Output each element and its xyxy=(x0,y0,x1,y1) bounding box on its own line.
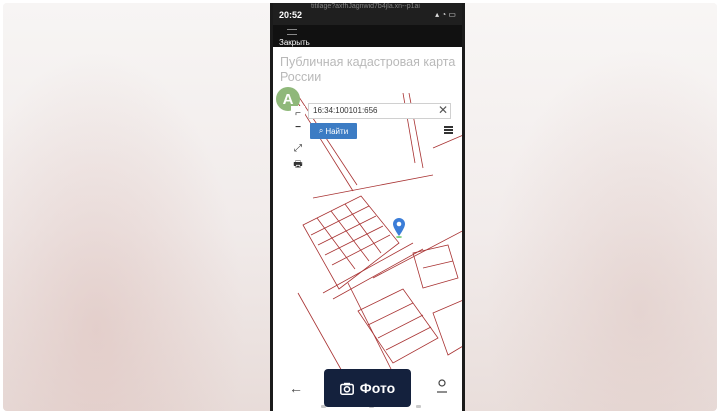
zoom-out-button[interactable]: − xyxy=(291,120,305,134)
photo-button[interactable]: Фото xyxy=(324,369,411,407)
blurred-background-left xyxy=(3,3,270,411)
road-line xyxy=(372,230,462,279)
url-fragment: titilage?axfhJagnwid7b4jla.xn--p1ai xyxy=(311,3,420,10)
road-line xyxy=(322,242,414,294)
cadastral-search-input[interactable]: 16:34:100101:656 ✕ xyxy=(308,103,451,119)
location-pin-icon[interactable] xyxy=(393,218,405,238)
webview-header: Закрыть xyxy=(273,25,462,47)
photo-button-label: Фото xyxy=(359,380,396,396)
parcel-block xyxy=(412,244,459,289)
status-time: 20:52 xyxy=(279,10,303,20)
close-button[interactable]: Закрыть xyxy=(279,38,310,47)
search-icon: ⌕ xyxy=(318,126,324,135)
phone-screen: 20:52 titilage?axfhJagnwid7b4jla.xn--p1a… xyxy=(270,3,465,411)
parcel-line xyxy=(310,205,370,236)
parcel-block xyxy=(432,300,462,356)
blurred-background-right xyxy=(459,3,717,411)
route-icon[interactable]: ⌐ xyxy=(291,106,305,120)
road-line xyxy=(312,174,434,199)
road-line xyxy=(332,248,424,300)
find-button[interactable]: ⌕ Найти xyxy=(310,123,357,139)
camera-icon xyxy=(339,382,354,395)
road-line xyxy=(297,292,344,373)
back-arrow-icon[interactable]: ← xyxy=(289,380,303,396)
parcel-line xyxy=(422,260,454,269)
layers-menu-icon[interactable] xyxy=(444,126,453,134)
page-title: Публичная кадастровая карта России xyxy=(280,55,456,84)
search-value: 16:34:100101:656 xyxy=(313,106,378,115)
road-line xyxy=(432,135,462,149)
road-line xyxy=(347,282,394,373)
profile-icon[interactable] xyxy=(436,379,448,393)
find-button-label: Найти xyxy=(325,126,349,136)
parcel-block xyxy=(302,195,400,290)
signal-wifi-battery-icon: ▴ ◔ ▭ xyxy=(435,10,456,19)
parcel-block xyxy=(357,288,439,364)
status-bar: 20:52 titilage?axfhJagnwid7b4jla.xn--p1a… xyxy=(273,3,462,25)
map-parcels xyxy=(292,93,462,373)
menu-icon[interactable] xyxy=(287,29,297,35)
screenshot-frame: 20:52 titilage?axfhJagnwid7b4jla.xn--p1a… xyxy=(3,3,717,411)
clear-icon[interactable]: ✕ xyxy=(438,103,448,117)
fullscreen-icon[interactable]: ⤢ xyxy=(291,141,305,155)
parcel-line xyxy=(367,302,414,326)
parcel-line xyxy=(316,217,356,270)
cadastral-map[interactable] xyxy=(273,93,462,373)
print-icon[interactable]: 🖶 xyxy=(291,158,305,172)
